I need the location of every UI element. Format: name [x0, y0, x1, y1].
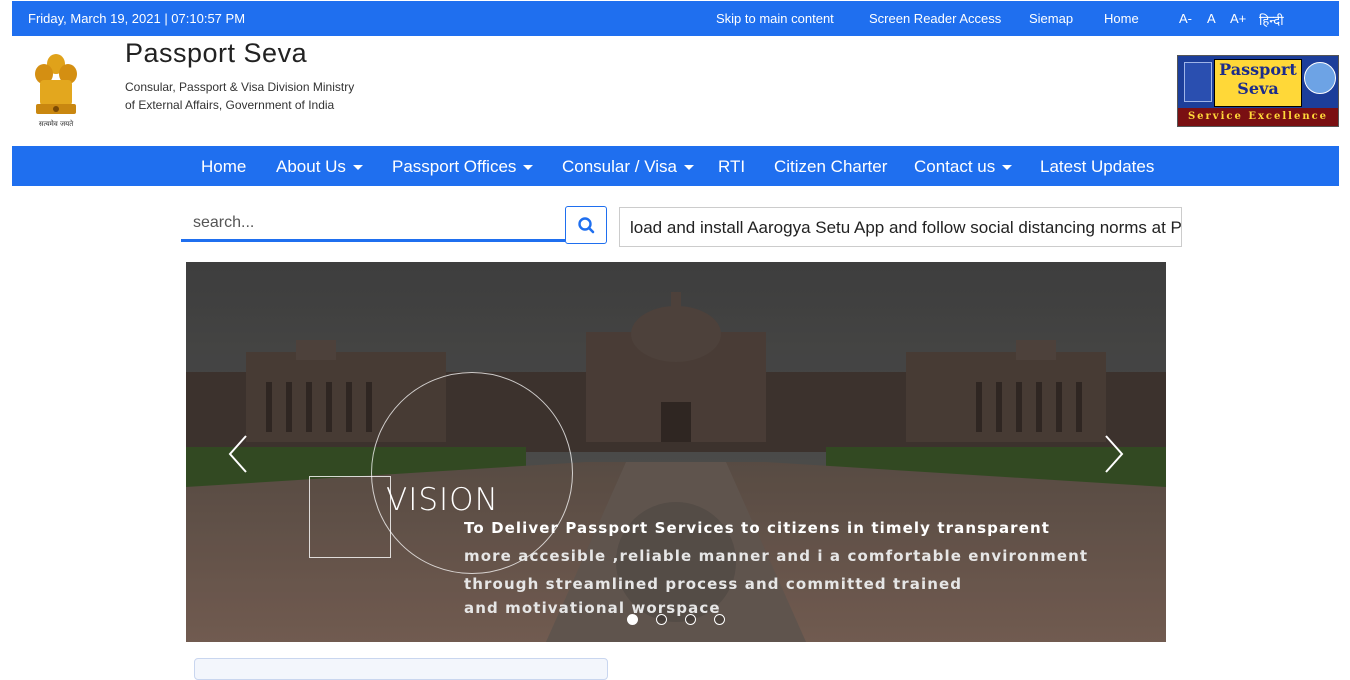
carousel-next-button[interactable] [1098, 432, 1128, 476]
site-subtitle: Consular, Passport & Visa Division Minis… [125, 78, 385, 114]
ticker-text: load and install Aarogya Setu App and fo… [630, 218, 1182, 237]
nav-latest-updates[interactable]: Latest Updates [1040, 157, 1154, 177]
skip-to-main-link[interactable]: Skip to main content [716, 11, 834, 26]
subtitle-line-2: of External Affairs, Government of India [125, 98, 335, 112]
nav-home[interactable]: Home [201, 157, 246, 177]
nav-consular-visa-label: Consular / Visa [562, 157, 677, 176]
national-emblem-icon: सत्यमेव जयते [30, 50, 82, 130]
nav-contact-us-label: Contact us [914, 157, 996, 176]
logo-line-1: Passport [1219, 60, 1297, 79]
news-ticker[interactable]: load and install Aarogya Setu App and fo… [619, 207, 1182, 247]
emblem-seal-icon [1184, 62, 1212, 102]
subtitle-line-1: Consular, Passport & Visa Division Minis… [125, 80, 355, 94]
nav-passport-offices[interactable]: Passport Offices [392, 157, 534, 177]
nav-home-label: Home [201, 157, 247, 176]
font-normal-link[interactable]: A [1207, 11, 1216, 26]
nav-citizen-charter-label: Citizen Charter [774, 157, 888, 176]
top-utility-bar: Friday, March 19, 2021 | 07:10:57 PM Ski… [12, 1, 1339, 36]
carousel-dot-2[interactable] [656, 614, 667, 625]
logo-text: Passport Seva [1214, 59, 1302, 107]
site-header: सत्यमेव जयते Passport Seva Consular, Pas… [12, 36, 1339, 146]
home-link-top[interactable]: Home [1104, 11, 1139, 26]
logo-line-2: Seva [1237, 79, 1279, 98]
nav-about-us[interactable]: About Us [276, 157, 363, 177]
passport-seva-logo: Passport Seva Service Excellence [1177, 55, 1339, 127]
emblem-caption: सत्यमेव जयते [39, 119, 74, 128]
nav-rti-label: RTI [718, 157, 746, 176]
chevron-down-icon [1002, 165, 1013, 171]
carousel-prev-button[interactable] [224, 432, 254, 476]
site-title: Passport Seva [125, 38, 308, 68]
logo-tagline: Service Excellence [1178, 108, 1338, 126]
chevron-down-icon [523, 165, 534, 171]
chevron-left-icon [228, 435, 247, 473]
current-datetime: Friday, March 19, 2021 | 07:10:57 PM [28, 11, 246, 26]
main-navbar: Home About Us Passport Offices Consular … [12, 146, 1339, 186]
hero-carousel: VISION To Deliver Passport Services to c… [186, 262, 1166, 642]
nav-rti[interactable]: RTI [718, 157, 745, 177]
nav-consular-visa[interactable]: Consular / Visa [562, 157, 694, 177]
chevron-down-icon [352, 165, 363, 171]
search-input[interactable] [181, 206, 565, 242]
nav-citizen-charter[interactable]: Citizen Charter [774, 157, 887, 177]
chevron-down-icon [683, 165, 694, 171]
decorative-square [309, 476, 391, 558]
font-decrease-link[interactable]: A- [1179, 11, 1192, 26]
slide-heading: VISION [386, 482, 499, 518]
hindi-language-link[interactable]: हिन्दी [1259, 11, 1284, 29]
nav-about-us-label: About Us [276, 157, 346, 176]
globe-icon [1304, 62, 1336, 94]
caption-line-4: and motivational worspace [464, 599, 721, 617]
nav-contact-us[interactable]: Contact us [914, 157, 1013, 177]
sitemap-link[interactable]: Siemap [1029, 11, 1073, 26]
caption-line-1: To Deliver Passport Services to citizens… [464, 519, 1051, 537]
carousel-dot-1[interactable] [627, 614, 638, 625]
font-increase-link[interactable]: A+ [1230, 11, 1246, 26]
search-button[interactable] [565, 206, 607, 244]
screen-reader-link[interactable]: Screen Reader Access [869, 11, 1001, 26]
search-bar [181, 206, 607, 246]
nav-latest-updates-label: Latest Updates [1040, 157, 1155, 176]
slide-caption: To Deliver Passport Services to citizens… [464, 514, 1088, 622]
nav-passport-offices-label: Passport Offices [392, 157, 517, 176]
content-card [194, 658, 608, 680]
search-icon [578, 217, 595, 234]
carousel-dot-3[interactable] [685, 614, 696, 625]
chevron-right-icon [1105, 435, 1124, 473]
caption-line-2: more accesible ,reliable manner and i a … [464, 547, 1089, 565]
carousel-dot-4[interactable] [714, 614, 725, 625]
